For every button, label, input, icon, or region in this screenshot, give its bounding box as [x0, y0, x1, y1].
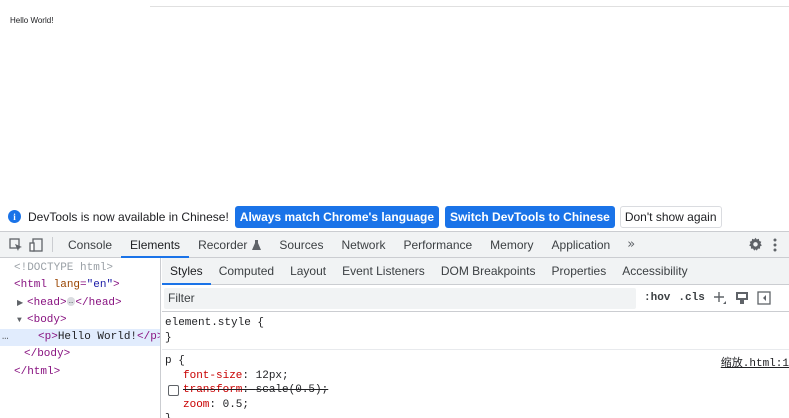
dom-body-line[interactable]: ▼ <body>	[0, 312, 160, 329]
toolbar-separator	[52, 237, 53, 252]
infobar-message: DevTools is now available in Chinese!	[28, 209, 229, 224]
element-style-close: }	[165, 331, 172, 344]
element-style-selector[interactable]: element.style {	[165, 316, 785, 331]
tab-sources[interactable]: Sources	[270, 232, 332, 257]
tab-console[interactable]: Console	[59, 232, 121, 257]
page-hello-text: Hello World!	[10, 16, 54, 25]
styles-filter-input[interactable]	[164, 287, 636, 309]
settings-gear-icon[interactable]	[745, 237, 765, 252]
p-text-node: Hello World!	[57, 331, 138, 344]
always-match-language-button[interactable]: Always match Chrome's language	[234, 205, 440, 228]
decl-font-size-prop[interactable]: font-size	[183, 370, 242, 382]
doctype-text: <!DOCTYPE html>	[14, 262, 114, 274]
device-toolbar-icon[interactable]	[26, 232, 46, 257]
dom-tree-panel: <!DOCTYPE html> <html lang="en"> ▶ <head>…	[0, 258, 161, 418]
head-open-tag: <head>	[27, 296, 67, 309]
info-icon: i	[8, 210, 21, 223]
hover-state-toggle[interactable]: :hov	[644, 292, 670, 304]
p-style-rule: 缩放.html:1 p { font-size: 12px; transform…	[162, 350, 789, 418]
styles-subtabs: Styles Computed Layout Event Listeners D…	[162, 258, 789, 285]
styles-filter-bar: :hov .cls	[162, 285, 789, 312]
dom-html-line[interactable]: <html lang="en">	[0, 277, 160, 294]
html-tag-name: html	[20, 279, 48, 292]
decl-zoom-val[interactable]: 0.5;	[223, 399, 249, 411]
page-viewport: Hello World!	[0, 0, 789, 200]
subtab-accessibility[interactable]: Accessibility	[614, 258, 695, 284]
html-attr-value: "en"	[86, 279, 114, 292]
dont-show-again-button[interactable]: Don't show again	[619, 205, 722, 228]
dom-html-close-line[interactable]: </html>	[0, 364, 160, 381]
new-style-rule-icon[interactable]	[713, 291, 727, 305]
row-menu-icon[interactable]: …	[2, 329, 9, 346]
head-close-tag: </head>	[75, 296, 122, 309]
subtab-dom-breakpoints[interactable]: DOM Breakpoints	[433, 258, 544, 284]
viewport-top-gap	[0, 0, 150, 7]
subtab-properties[interactable]: Properties	[544, 258, 615, 284]
more-tabs-icon[interactable]: »	[619, 232, 643, 257]
devtools-main-toolbar: Console Elements Recorder Sources Networ…	[0, 231, 789, 258]
tab-application[interactable]: Application	[543, 232, 620, 257]
dom-body-close-line[interactable]: </body>	[0, 346, 160, 363]
collapse-triangle-icon[interactable]: ▼	[17, 312, 27, 329]
p-rule-close: }	[165, 412, 785, 418]
switch-to-chinese-button[interactable]: Switch DevTools to Chinese	[445, 205, 615, 228]
dom-doctype-line[interactable]: <!DOCTYPE html>	[0, 260, 160, 277]
tab-recorder-label: Recorder	[198, 237, 248, 252]
subtab-computed[interactable]: Computed	[211, 258, 282, 284]
language-infobar: i DevTools is now available in Chinese! …	[0, 202, 789, 231]
subtab-styles[interactable]: Styles	[162, 258, 211, 285]
element-style-rule: element.style { }	[162, 312, 789, 350]
p-open-tag: <p>	[38, 331, 58, 344]
decl-font-size-val[interactable]: 12px;	[256, 370, 289, 382]
body-open-tag: <body>	[27, 313, 67, 326]
tab-memory[interactable]: Memory	[481, 232, 542, 257]
declaration-toggle-checkbox[interactable]	[168, 385, 179, 396]
declaration-font-size[interactable]: font-size: 12px;	[165, 369, 785, 384]
class-toggle[interactable]: .cls	[678, 292, 704, 304]
p-close-tag: </p>	[137, 331, 161, 344]
p-rule-selector[interactable]: p {	[165, 354, 785, 369]
decl-transform-prop[interactable]: transform	[183, 384, 242, 396]
dom-p-line-selected[interactable]: … <p>Hello World!</p>	[0, 329, 161, 347]
style-rules-list: element.style { } 缩放.html:1 p { font-siz…	[162, 312, 789, 418]
tab-recorder[interactable]: Recorder	[189, 232, 270, 257]
html-close-tag: </html>	[14, 365, 61, 378]
computed-styles-toggle-icon[interactable]	[735, 291, 749, 305]
declaration-zoom[interactable]: zoom: 0.5;	[165, 398, 785, 413]
toolbar-right-actions	[732, 232, 789, 257]
subtab-layout[interactable]: Layout	[282, 258, 334, 284]
tab-elements[interactable]: Elements	[121, 232, 190, 258]
customize-menu-icon[interactable]	[765, 238, 785, 252]
expand-triangle-icon[interactable]: ▶	[17, 295, 27, 312]
dom-head-line[interactable]: ▶ <head>… </head>	[0, 295, 160, 312]
flask-icon	[252, 239, 262, 250]
body-close-tag: </body>	[24, 348, 71, 361]
tab-performance[interactable]: Performance	[394, 232, 481, 257]
inspect-element-icon[interactable]	[6, 232, 26, 257]
decl-zoom-prop[interactable]: zoom	[183, 399, 209, 411]
styles-sidebar: Styles Computed Layout Event Listeners D…	[162, 258, 789, 418]
tab-network[interactable]: Network	[332, 232, 394, 257]
subtab-event-listeners[interactable]: Event Listeners	[334, 258, 433, 284]
html-attr-name: lang	[53, 279, 81, 292]
decl-transform-val[interactable]: scale(0.5);	[256, 384, 329, 396]
toggle-sidebar-icon[interactable]	[757, 291, 771, 305]
declaration-transform-disabled[interactable]: transform: scale(0.5);	[165, 383, 785, 398]
